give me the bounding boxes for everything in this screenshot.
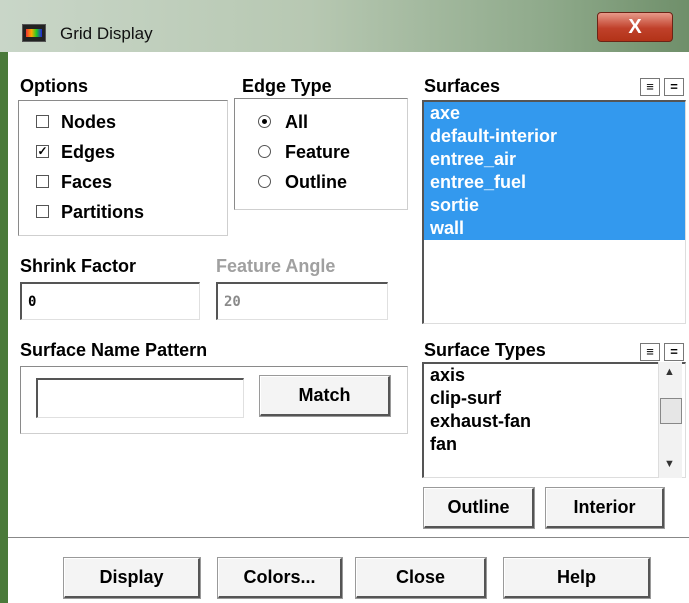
surface-item-sortie[interactable]: sortie — [424, 194, 685, 217]
surface-types-list[interactable]: axis clip-surf exhaust-fan fan — [422, 362, 686, 478]
faces-checkbox[interactable]: Faces — [36, 172, 112, 193]
surface-types-heading: Surface Types — [424, 340, 546, 360]
surface-type-clip-surf[interactable]: clip-surf — [424, 387, 685, 410]
surfaces-list[interactable]: axe default-interior entree_air entree_f… — [422, 100, 686, 324]
close-button[interactable]: Close — [356, 558, 486, 598]
surfaces-heading: Surfaces — [424, 76, 501, 96]
surface-type-axis[interactable]: axis — [424, 364, 685, 387]
partitions-check-box[interactable] — [36, 204, 49, 218]
app-icon — [22, 24, 46, 42]
footer-separator — [8, 537, 689, 539]
partitions-label: Partitions — [61, 202, 145, 222]
feature-label: Feature — [285, 142, 351, 162]
options-heading: Options — [20, 76, 88, 96]
surface-item-entree-fuel[interactable]: entree_fuel — [424, 171, 685, 194]
colors-button[interactable]: Colors... — [218, 558, 342, 598]
shrink-factor-label: Shrink Factor — [20, 256, 137, 276]
scroll-thumb[interactable] — [660, 398, 682, 424]
all-label: All — [285, 112, 309, 132]
grid-display-window: Grid Display X Options Nodes ✓ Edges Face… — [0, 0, 689, 603]
scroll-up-icon[interactable]: ▲ — [664, 366, 675, 378]
edge-type-heading: Edge Type — [242, 76, 332, 96]
window-title: Grid Display — [60, 24, 153, 43]
edges-check-box[interactable]: ✓ — [36, 144, 49, 158]
display-button[interactable]: Display — [64, 558, 200, 598]
select-all-types-icon[interactable]: ≡ — [640, 343, 660, 361]
edge-type-feature-radio[interactable]: Feature — [258, 142, 350, 163]
surface-types-scrollbar[interactable]: ▲ ▼ — [658, 362, 682, 478]
title-bar[interactable]: Grid Display X — [0, 0, 689, 52]
help-button[interactable]: Help — [504, 558, 650, 598]
surface-name-pattern-input[interactable] — [36, 378, 244, 418]
edges-label: Edges — [61, 142, 116, 162]
surface-item-entree-air[interactable]: entree_air — [424, 148, 685, 171]
scroll-down-icon[interactable]: ▼ — [664, 458, 675, 470]
all-radio-button[interactable] — [258, 114, 271, 128]
surface-name-pattern-label: Surface Name Pattern — [20, 340, 208, 360]
match-button[interactable]: Match — [260, 376, 390, 416]
edge-type-all-radio[interactable]: All — [258, 112, 308, 133]
shrink-factor-field[interactable]: 0 — [20, 282, 200, 320]
nodes-checkbox[interactable]: Nodes — [36, 112, 116, 133]
feature-radio-button[interactable] — [258, 144, 271, 158]
partitions-checkbox[interactable]: Partitions — [36, 202, 144, 223]
deselect-all-types-icon[interactable]: = — [664, 343, 684, 361]
surface-item-wall[interactable]: wall — [424, 217, 685, 240]
outline-radio-button[interactable] — [258, 174, 271, 188]
edges-checkbox[interactable]: ✓ Edges — [36, 142, 115, 163]
nodes-check-box[interactable] — [36, 114, 49, 128]
surface-type-exhaust-fan[interactable]: exhaust-fan — [424, 410, 685, 433]
faces-label: Faces — [61, 172, 113, 192]
faces-check-box[interactable] — [36, 174, 49, 188]
close-window-button[interactable]: X — [597, 12, 673, 42]
surface-item-default-interior[interactable]: default-interior — [424, 125, 685, 148]
feature-angle-field: 20 — [216, 282, 388, 320]
edge-type-outline-radio[interactable]: Outline — [258, 172, 347, 193]
nodes-label: Nodes — [61, 112, 117, 132]
feature-angle-label: Feature Angle — [216, 256, 336, 276]
interior-button[interactable]: Interior — [546, 488, 664, 528]
select-all-surfaces-icon[interactable]: ≡ — [640, 78, 660, 96]
outline-label: Outline — [285, 172, 347, 192]
surface-item-axe[interactable]: axe — [424, 102, 685, 125]
outline-button[interactable]: Outline — [424, 488, 534, 528]
surface-type-fan[interactable]: fan — [424, 433, 685, 456]
deselect-all-surfaces-icon[interactable]: = — [664, 78, 684, 96]
